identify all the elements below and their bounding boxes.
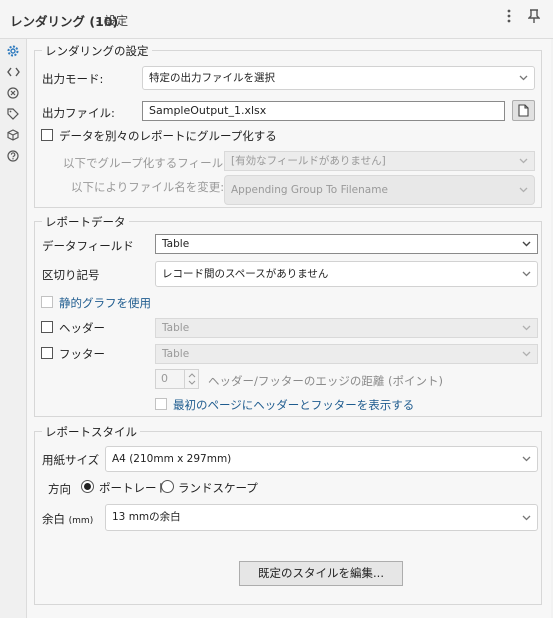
close-circle-icon[interactable] — [5, 85, 21, 101]
settings-panel: レンダリングの設定 出力モード: 特定の出力ファイルを選択 出力ファイル: Sa… — [27, 39, 551, 618]
first-page-label: 最初のページにヘッダーとフッターを表示する — [173, 398, 415, 412]
report-style-legend: レポートスタイル — [42, 424, 140, 440]
rename-label: 以下によりファイル名を変更: — [71, 180, 225, 194]
spinner-arrows-icon — [188, 373, 196, 385]
render-settings-legend: レンダリングの設定 — [42, 43, 152, 59]
footer-value: Table — [162, 348, 190, 360]
rename-value: Appending Group To Filename — [231, 184, 388, 196]
spinner-arrows[interactable] — [184, 370, 198, 388]
chevron-down-icon — [522, 241, 531, 247]
report-style-group: レポートスタイル 用紙サイズ A4 (210mm x 297mm) 方向 ポート… — [34, 424, 542, 605]
gear-icon[interactable] — [5, 43, 21, 59]
group-reports-checkbox[interactable] — [41, 129, 53, 141]
file-icon — [518, 104, 529, 117]
first-page-checkbox[interactable] — [155, 398, 167, 410]
cube-icon[interactable] — [5, 127, 21, 143]
code-icon[interactable] — [5, 64, 21, 80]
chevron-down-icon — [522, 325, 531, 331]
output-mode-select[interactable]: 特定の出力ファイルを選択 — [142, 66, 535, 90]
margin-value: 13 mmの余白 — [112, 511, 181, 523]
portrait-label: ポートレート — [99, 481, 168, 495]
chevron-down-icon — [519, 187, 528, 193]
separator-select[interactable]: レコード間のスペースがありません — [155, 261, 538, 287]
landscape-radio[interactable] — [161, 480, 174, 493]
title-bar: レンダリング (10) - 設定 — [0, 0, 553, 39]
group-field-select[interactable]: [有効なフィールドがありません] — [224, 151, 535, 171]
separator-label: 区切り記号 — [42, 268, 100, 282]
static-graph-label: 静的グラフを使用 — [59, 296, 151, 310]
chevron-down-icon — [519, 158, 528, 164]
landscape-label: ランドスケープ — [178, 481, 258, 495]
output-file-label: 出力ファイル: — [42, 106, 115, 120]
margin-select[interactable]: 13 mmの余白 — [105, 504, 538, 531]
rename-select[interactable]: Appending Group To Filename — [224, 175, 535, 205]
portrait-radio[interactable] — [81, 480, 94, 493]
footer-checkbox[interactable] — [41, 347, 53, 359]
data-field-label: データフィールド — [42, 239, 134, 253]
margin-label: 余白 (mm) — [42, 511, 93, 527]
margin-unit: (mm) — [68, 516, 94, 526]
footer-label: フッター — [59, 347, 105, 361]
chevron-down-icon — [519, 75, 528, 81]
header-label: ヘッダー — [59, 321, 105, 335]
report-data-legend: レポートデータ — [42, 214, 129, 230]
group-field-value: [有効なフィールドがありません] — [231, 155, 386, 167]
group-reports-label: データを別々のレポートにグループ化する — [59, 129, 277, 143]
output-mode-value: 特定の出力ファイルを選択 — [149, 72, 275, 84]
header-value: Table — [162, 322, 190, 334]
render-settings-group: レンダリングの設定 出力モード: 特定の出力ファイルを選択 出力ファイル: Sa… — [34, 43, 542, 208]
data-field-select[interactable]: Table — [155, 234, 538, 254]
edge-distance-label: ヘッダー/フッターのエッジの距離 (ポイント) — [208, 374, 444, 388]
orientation-label: 方向 — [48, 482, 71, 496]
pin-icon[interactable] — [525, 9, 543, 27]
chevron-down-icon — [522, 456, 531, 462]
report-data-group: レポートデータ データフィールド Table 区切り記号 レコード間のスペースが… — [34, 214, 542, 417]
window-subtitle: - 設定 — [96, 14, 129, 28]
static-graph-checkbox[interactable] — [41, 296, 53, 308]
paper-size-value: A4 (210mm x 297mm) — [112, 453, 232, 465]
help-icon[interactable] — [5, 148, 21, 164]
output-file-input[interactable]: SampleOutput_1.xlsx — [142, 101, 505, 121]
more-vertical-icon[interactable] — [500, 9, 518, 27]
sidebar-rail — [0, 39, 27, 618]
group-field-label: 以下でグループ化するフィールド: — [63, 156, 239, 170]
browse-file-button[interactable] — [512, 100, 535, 121]
header-select[interactable]: Table — [155, 318, 538, 338]
margin-label-text: 余白 — [42, 512, 65, 526]
paper-size-label: 用紙サイズ — [42, 453, 100, 467]
output-mode-label: 出力モード: — [42, 72, 104, 86]
paper-size-select[interactable]: A4 (210mm x 297mm) — [105, 446, 538, 472]
chevron-down-icon — [522, 351, 531, 357]
edit-default-style-button[interactable]: 既定のスタイルを編集... — [239, 561, 403, 586]
separator-value: レコード間のスペースがありません — [162, 268, 329, 280]
edge-distance-spinner[interactable]: 0 — [155, 369, 199, 389]
footer-select[interactable]: Table — [155, 344, 538, 364]
chevron-down-icon — [522, 271, 531, 277]
chevron-down-icon — [522, 515, 531, 520]
header-checkbox[interactable] — [41, 321, 53, 333]
tag-icon[interactable] — [5, 106, 21, 122]
edge-distance-value: 0 — [161, 372, 168, 385]
data-field-value: Table — [162, 238, 190, 250]
